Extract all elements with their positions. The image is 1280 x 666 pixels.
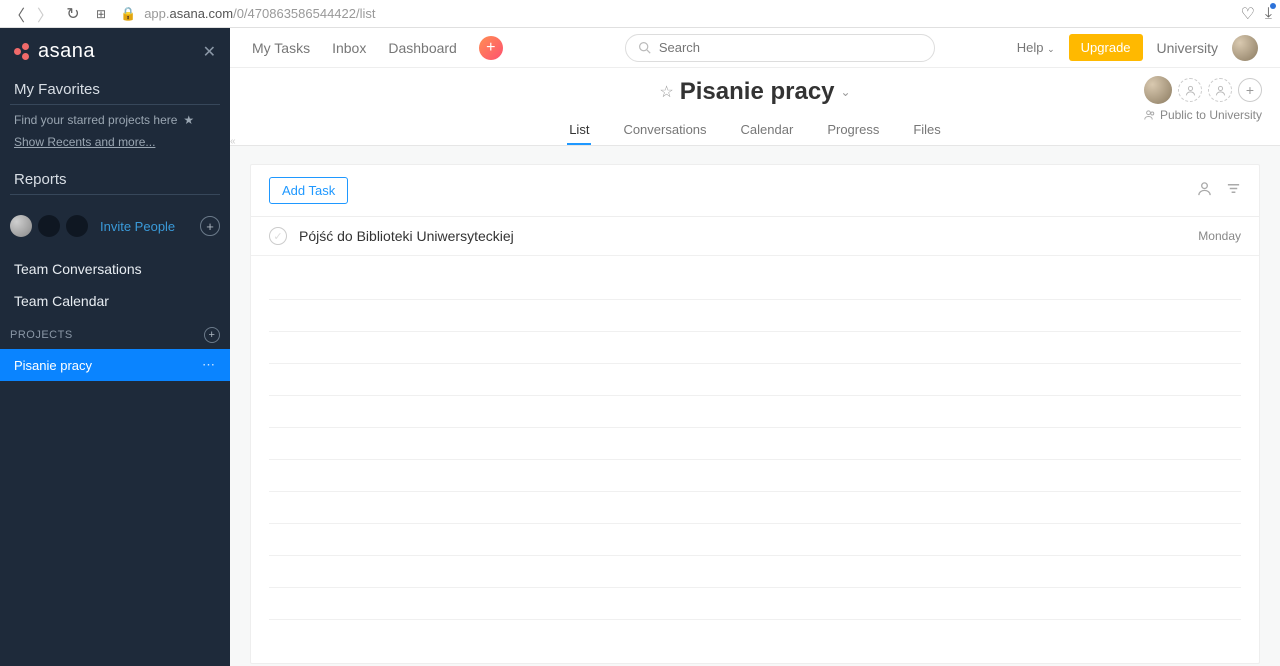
avatar[interactable] <box>10 215 32 237</box>
team-conversations-link[interactable]: Team Conversations <box>0 253 230 285</box>
assignee-icon[interactable] <box>1197 181 1212 201</box>
project-header: « ☆ Pisanie pracy ⌄ List Conversations C… <box>230 68 1280 146</box>
show-recents-link[interactable]: Show Recents and more... <box>0 135 230 161</box>
projects-heading: PROJECTS <box>10 329 73 341</box>
task-row[interactable]: ✓ Pójść do Biblioteki Uniwersyteckiej Mo… <box>251 217 1259 256</box>
browser-reload[interactable]: ↻ <box>64 4 82 24</box>
download-icon[interactable]: ⤓ <box>1265 5 1272 23</box>
empty-task-row[interactable] <box>269 556 1241 588</box>
empty-task-row[interactable] <box>269 460 1241 492</box>
project-name: Pisanie pracy <box>14 358 92 373</box>
quick-add-button[interactable]: + <box>479 36 503 60</box>
logo-icon <box>14 43 32 61</box>
upgrade-button[interactable]: Upgrade <box>1069 34 1143 61</box>
chevron-down-icon: ⌄ <box>1047 44 1055 54</box>
browser-forward[interactable]: 〉 <box>36 2 54 26</box>
sidebar-project-item[interactable]: Pisanie pracy ⋯ <box>0 349 230 381</box>
nav-dashboard[interactable]: Dashboard <box>388 40 457 56</box>
ghost-avatar[interactable] <box>1208 78 1232 102</box>
empty-task-row[interactable] <box>269 364 1241 396</box>
tab-conversations[interactable]: Conversations <box>621 116 708 145</box>
add-member-button[interactable]: + <box>1238 78 1262 102</box>
project-actions-icon[interactable]: ⋯ <box>202 357 216 373</box>
tab-calendar[interactable]: Calendar <box>739 116 796 145</box>
nav-inbox[interactable]: Inbox <box>332 40 366 56</box>
ghost-avatar[interactable] <box>1178 78 1202 102</box>
close-sidebar-icon[interactable]: ✕ <box>203 42 216 62</box>
star-icon: ★ <box>183 113 194 127</box>
empty-task-row[interactable] <box>269 588 1241 620</box>
nav-my-tasks[interactable]: My Tasks <box>252 40 310 56</box>
add-task-button[interactable]: Add Task <box>269 177 348 204</box>
empty-task-row[interactable] <box>269 300 1241 332</box>
task-due-date: Monday <box>1198 229 1241 243</box>
team-calendar-link[interactable]: Team Calendar <box>0 285 230 317</box>
browser-chrome: 〈 〉 ↻ ⊞ 🔒 app.asana.com/0/47086358654442… <box>0 0 1280 28</box>
content-body: Add Task ✓ Pójść do Biblioteki Uniwersyt… <box>230 146 1280 666</box>
sidebar: asana ✕ My Favorites Find your starred p… <box>0 28 230 666</box>
tab-list[interactable]: List <box>567 116 591 145</box>
topbar: My Tasks Inbox Dashboard + Help ⌄ Upgrad… <box>230 28 1280 68</box>
empty-avatar <box>66 215 88 237</box>
empty-task-row[interactable] <box>269 268 1241 300</box>
logo-text: asana <box>38 40 95 63</box>
empty-task-row[interactable] <box>269 332 1241 364</box>
task-name: Pójść do Biblioteki Uniwersyteckiej <box>299 228 1198 244</box>
empty-task-row[interactable] <box>269 428 1241 460</box>
workspace-name[interactable]: University <box>1157 40 1218 56</box>
asana-logo[interactable]: asana <box>14 40 95 63</box>
browser-back[interactable]: 〈 <box>8 2 26 26</box>
privacy-indicator[interactable]: Public to University <box>1144 108 1262 122</box>
task-complete-checkbox[interactable]: ✓ <box>269 227 287 245</box>
help-menu[interactable]: Help ⌄ <box>1017 40 1055 55</box>
search-box[interactable] <box>625 34 935 62</box>
people-icon <box>1144 109 1156 121</box>
reports-heading: Reports <box>0 161 230 194</box>
empty-task-row[interactable] <box>269 396 1241 428</box>
empty-avatar <box>38 215 60 237</box>
tab-files[interactable]: Files <box>911 116 942 145</box>
star-icon[interactable]: ☆ <box>659 82 673 102</box>
chevron-down-icon[interactable]: ⌄ <box>841 85 851 99</box>
search-icon <box>638 41 651 54</box>
user-avatar[interactable] <box>1232 35 1258 61</box>
favorites-heading: My Favorites <box>0 71 230 104</box>
heart-icon[interactable]: ♡ <box>1241 4 1255 24</box>
page-title[interactable]: Pisanie pracy <box>680 78 835 106</box>
tab-progress[interactable]: Progress <box>825 116 881 145</box>
empty-task-row[interactable] <box>269 524 1241 556</box>
empty-task-row[interactable] <box>269 492 1241 524</box>
task-list-panel: Add Task ✓ Pójść do Biblioteki Uniwersyt… <box>250 164 1260 664</box>
url-text: app.asana.com/0/470863586544422/list <box>144 6 375 21</box>
url-bar[interactable]: 🔒 app.asana.com/0/470863586544422/list <box>120 6 1231 22</box>
invite-people-link[interactable]: Invite People <box>100 219 194 234</box>
add-member-button[interactable]: + <box>200 216 220 236</box>
main: My Tasks Inbox Dashboard + Help ⌄ Upgrad… <box>230 28 1280 666</box>
browser-apps-icon[interactable]: ⊞ <box>92 7 110 21</box>
add-project-button[interactable]: + <box>204 327 220 343</box>
lock-icon: 🔒 <box>120 6 136 22</box>
find-starred-hint: Find your starred projects here ★ <box>0 105 230 135</box>
filter-icon[interactable] <box>1226 181 1241 201</box>
expand-handle-icon[interactable]: « <box>230 136 240 152</box>
search-input[interactable] <box>659 40 922 55</box>
member-avatar[interactable] <box>1144 76 1172 104</box>
